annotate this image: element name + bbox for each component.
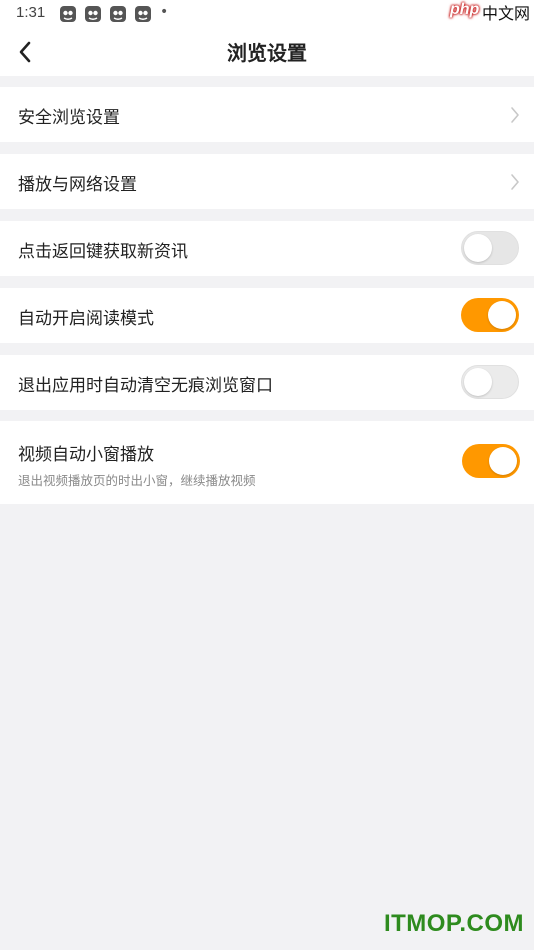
app-notification-icon bbox=[60, 6, 76, 22]
chevron-right-icon bbox=[511, 174, 519, 190]
php-watermark-text: 中文网 bbox=[482, 4, 531, 23]
app-notification-icon bbox=[135, 6, 151, 22]
clear-incognito-toggle[interactable] bbox=[461, 365, 519, 399]
setting-label: 点击返回键获取新资讯 bbox=[18, 242, 188, 262]
toggle-knob bbox=[464, 234, 492, 262]
setting-subtitle: 退出视频播放页的时出小窗，继续播放视频 bbox=[18, 473, 256, 488]
toggle-knob bbox=[464, 368, 492, 396]
status-bar: 1:31 • php 中文网 bbox=[0, 0, 534, 28]
itmop-watermark: ITMOP.COM bbox=[383, 910, 524, 937]
toggle-knob bbox=[489, 447, 517, 475]
title-bar: 浏览设置 bbox=[0, 28, 534, 76]
setting-row-safe-browsing[interactable]: 安全浏览设置 bbox=[0, 87, 534, 142]
app-notification-icon bbox=[85, 6, 101, 22]
status-time: 1:31 bbox=[16, 4, 46, 21]
back-refresh-toggle[interactable] bbox=[461, 231, 519, 265]
reading-mode-toggle[interactable] bbox=[461, 298, 519, 332]
setting-row-reading-mode: 自动开启阅读模式 bbox=[0, 288, 534, 343]
setting-label: 视频自动小窗播放 bbox=[18, 445, 154, 465]
setting-label: 退出应用时自动清空无痕浏览窗口 bbox=[18, 376, 273, 396]
status-dot: • bbox=[160, 4, 169, 20]
setting-label: 自动开启阅读模式 bbox=[18, 309, 154, 329]
setting-label: 播放与网络设置 bbox=[18, 175, 137, 195]
page-title: 浏览设置 bbox=[227, 41, 307, 65]
setting-label: 安全浏览设置 bbox=[18, 108, 120, 128]
setting-row-back-refresh: 点击返回键获取新资讯 bbox=[0, 221, 534, 276]
chevron-right-icon bbox=[511, 107, 519, 123]
setting-row-playback-network[interactable]: 播放与网络设置 bbox=[0, 154, 534, 209]
video-pip-toggle[interactable] bbox=[462, 444, 520, 478]
setting-row-clear-incognito: 退出应用时自动清空无痕浏览窗口 bbox=[0, 355, 534, 410]
php-watermark: php 中文网 bbox=[450, 0, 534, 23]
setting-row-video-pip: 视频自动小窗播放 退出视频播放页的时出小窗，继续播放视频 bbox=[0, 421, 534, 504]
toggle-knob bbox=[488, 301, 516, 329]
php-watermark-logo: php bbox=[450, 1, 480, 18]
app-notification-icon bbox=[110, 6, 126, 22]
